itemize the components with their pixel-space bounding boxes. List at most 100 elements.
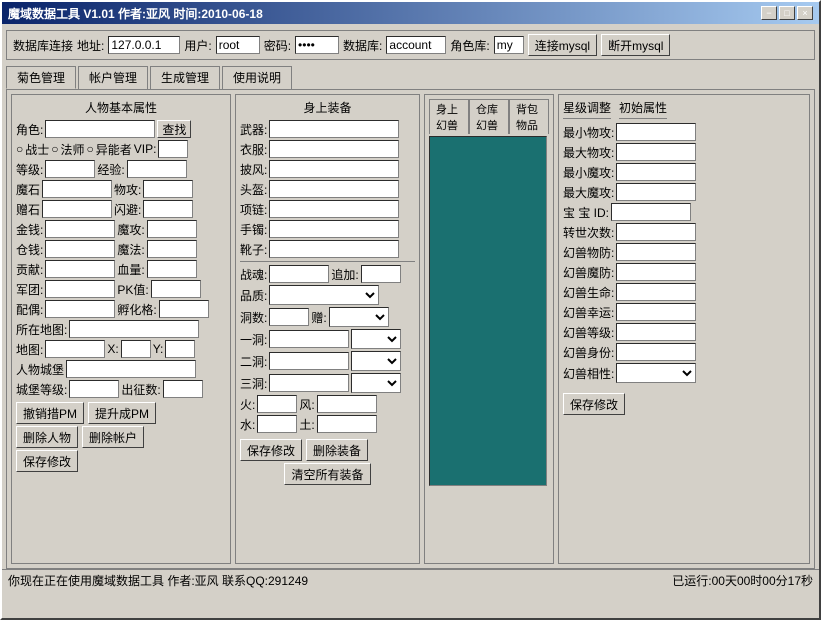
castle-level-row: 城堡等级: 出征数: [16,380,226,398]
pwd-label: 密码: [264,37,291,54]
del-role-btn[interactable]: 删除人物 [16,426,78,448]
gold-row: 金钱: 魔攻: [16,220,226,238]
quality-select[interactable] [269,285,379,305]
water-earth-row: 水: 土: [240,415,415,433]
pet-level-row: 幻兽等级: [563,323,805,341]
atk-input[interactable] [143,180,193,198]
hole2-select[interactable] [351,351,401,371]
pet-level-input[interactable] [616,323,696,341]
castle-level-input[interactable] [69,380,119,398]
gift-select[interactable] [329,307,389,327]
magic-input[interactable] [147,240,197,258]
hole1-input[interactable] [269,330,349,348]
role-input[interactable] [45,120,155,138]
expedition-input[interactable] [163,380,203,398]
pet-hp-input[interactable] [616,283,696,301]
maximize-button[interactable]: □ [779,6,795,20]
equip-save-btn[interactable]: 保存修改 [240,439,302,461]
find-btn[interactable]: 查找 [157,120,191,138]
min-matk-input[interactable] [616,163,696,181]
tab-account[interactable]: 帐户管理 [78,66,148,89]
upgrade-pm-btn[interactable]: 提升成PM [88,402,156,424]
earth-input[interactable] [317,415,377,433]
role-input[interactable] [494,36,524,54]
minimize-button[interactable]: − [761,6,777,20]
flash-input[interactable] [143,200,193,218]
map-input[interactable] [69,320,199,338]
del-account-btn[interactable]: 删除帐户 [82,426,144,448]
necklace-input[interactable] [269,200,399,218]
treasure-id-input[interactable] [611,203,691,221]
pet-tab-bag[interactable]: 背包物品 [509,99,549,134]
pk-input[interactable] [151,280,201,298]
transfer-input[interactable] [616,223,696,241]
status-left: 你现在正在使用魔域数据工具 作者:亚风 联系QQ:291249 [8,572,308,589]
bracelet-input[interactable] [269,220,399,238]
tab-generate[interactable]: 生成管理 [150,66,220,89]
boots-row: 靴子: [240,240,415,258]
holes-input[interactable] [269,308,309,326]
fire-input[interactable] [257,395,297,413]
pet-tab-body[interactable]: 身上幻兽 [429,99,469,134]
char-save-btn[interactable]: 保存修改 [16,450,78,472]
disconnect-btn[interactable]: 断开mysql [601,34,670,56]
hole3-input[interactable] [269,374,349,392]
wind-input[interactable] [317,395,377,413]
connect-btn[interactable]: 连接mysql [528,34,597,56]
hole2-input[interactable] [269,352,349,370]
boots-input[interactable] [269,240,399,258]
add-input[interactable] [361,265,401,283]
equip-del-btn[interactable]: 删除装备 [306,439,368,461]
cloth-input[interactable] [269,140,399,158]
user-input[interactable] [216,36,260,54]
pet-luck-input[interactable] [616,303,696,321]
magic-atk-input[interactable] [147,220,197,238]
tab-help[interactable]: 使用说明 [222,66,292,89]
weapon-input[interactable] [269,120,399,138]
fire-wind-row: 火: 风: [240,395,415,413]
gold-input[interactable] [45,220,115,238]
tribute-input[interactable] [45,260,115,278]
vip-label: VIP: [134,142,157,156]
exp-input[interactable] [127,160,187,178]
hole3-select[interactable] [351,373,401,393]
max-matk-input[interactable] [616,183,696,201]
pet-pdef-input[interactable] [616,243,696,261]
cape-input[interactable] [269,160,399,178]
warehouse-input[interactable] [45,240,115,258]
y-input[interactable] [165,340,195,358]
water-input[interactable] [257,415,297,433]
close-button[interactable]: × [797,6,813,20]
revoke-pm-btn[interactable]: 撤销措PM [16,402,84,424]
hp-input[interactable] [147,260,197,278]
min-patk-input[interactable] [616,123,696,141]
level-input[interactable] [45,160,95,178]
army-input[interactable] [45,280,115,298]
addr-input[interactable] [108,36,180,54]
max-patk-input[interactable] [616,143,696,161]
hatch-input[interactable] [159,300,209,318]
gem-input[interactable] [42,200,112,218]
tab-juse[interactable]: 菊色管理 [6,66,76,89]
x-input[interactable] [121,340,151,358]
helmet-input[interactable] [269,180,399,198]
hole1-select[interactable] [351,329,401,349]
pet-mdef-input[interactable] [616,263,696,281]
warehouse-label: 仓钱: [16,241,43,258]
vip-input[interactable] [158,140,188,158]
pet-hp-label: 幻兽生命: [563,284,614,301]
match-row: 配偶: 孵化格: [16,300,226,318]
match-input[interactable] [45,300,115,318]
pet-identity-input[interactable] [616,343,696,361]
soul-input[interactable] [269,265,329,283]
castle-input[interactable] [66,360,196,378]
pet-level-label: 幻兽等级: [563,324,614,341]
db-input[interactable] [386,36,446,54]
magicstone-input[interactable] [42,180,112,198]
pet-tab-warehouse[interactable]: 仓库幻兽 [469,99,509,134]
pwd-input[interactable] [295,36,339,54]
star-save-btn[interactable]: 保存修改 [563,393,625,415]
equip-clear-btn[interactable]: 清空所有装备 [284,463,370,485]
pet-affinity-select[interactable] [616,363,696,383]
map2-input[interactable] [45,340,105,358]
